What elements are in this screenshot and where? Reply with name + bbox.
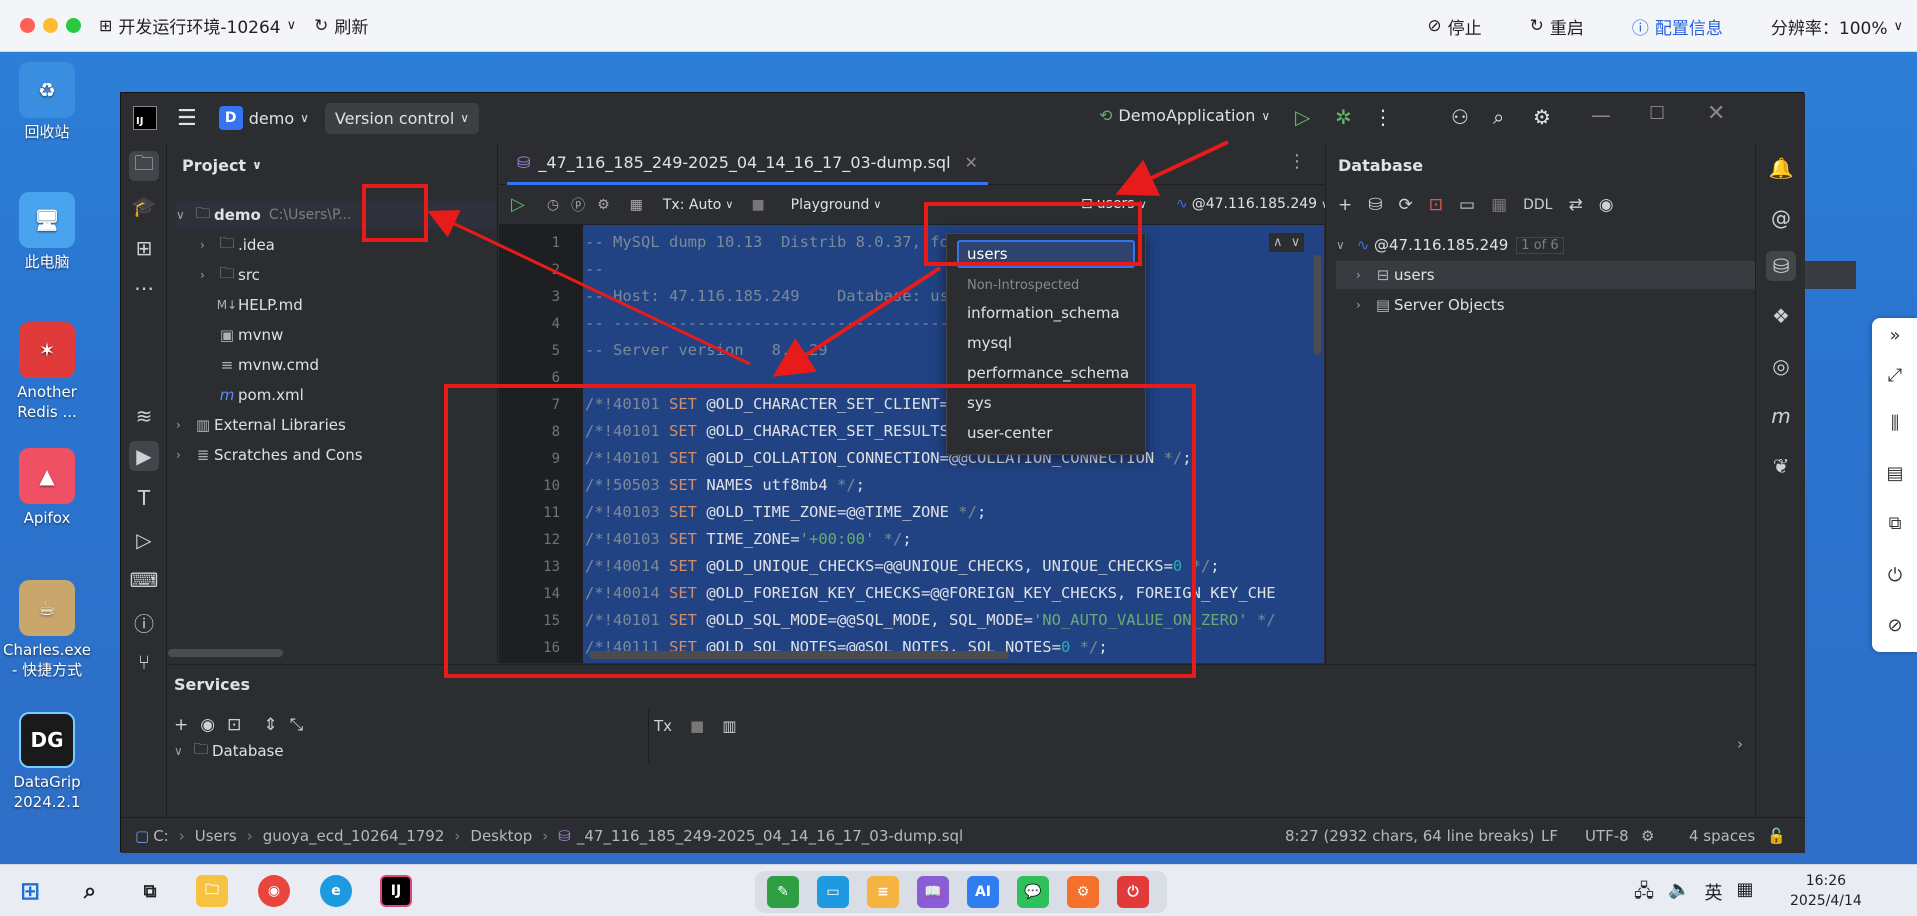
annotation-arrows [427, 140, 1229, 377]
arrow-to-schema [1115, 140, 1229, 196]
arrow-to-code [772, 266, 942, 377]
arrow-to-execute [427, 210, 751, 366]
